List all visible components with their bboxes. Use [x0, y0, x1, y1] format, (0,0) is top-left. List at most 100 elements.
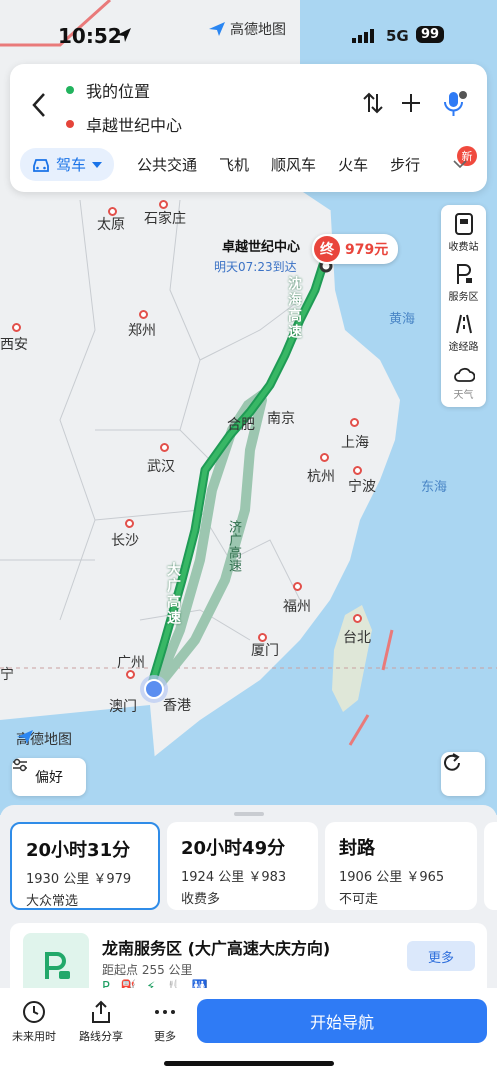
network-type: 5G: [386, 27, 409, 45]
route-option-3[interactable]: 封路 1906 公里 ￥965 不可走: [325, 822, 477, 910]
tab-public-transit[interactable]: 公共交通: [126, 148, 208, 181]
city-label: 广州: [117, 655, 145, 671]
origin-dot: [66, 86, 74, 94]
origin-text: 我的位置: [86, 82, 151, 101]
tab-rideshare[interactable]: 顺风车: [260, 148, 327, 181]
refresh-icon: [444, 753, 460, 771]
origin-field[interactable]: 我的位置: [66, 78, 150, 102]
tool-label: 途经路: [448, 342, 479, 353]
route-distance-cost: 1930 公里 ￥979: [26, 872, 132, 887]
more-modes-chevron-icon[interactable]: [453, 160, 467, 168]
more-options-button[interactable]: 更多: [153, 1000, 177, 1044]
destination-price-tag[interactable]: 终 979元: [312, 234, 399, 264]
share-route-button[interactable]: 路线分享: [79, 1000, 123, 1044]
city-label: 台北: [343, 630, 371, 646]
city-label: 郑州: [128, 323, 156, 339]
city-label: 合肥: [227, 417, 255, 433]
city-label: 宁: [0, 667, 14, 683]
map-logo: 高德地图: [16, 729, 72, 749]
tool-toll[interactable]: 收费站: [441, 213, 486, 253]
destination-eta: 明天07:23到达: [214, 260, 297, 274]
route-option-2[interactable]: 20小时49分 1924 公里 ￥983 收费多: [167, 822, 318, 910]
route-search-card: 我的位置 卓越世纪中心 驾车 公共交通 飞机 顺风车 火车 步行 新: [10, 64, 487, 192]
road-label-daguang: 大广高速: [165, 562, 181, 626]
add-waypoint-icon[interactable]: [400, 92, 422, 114]
share-icon: [92, 1000, 110, 1023]
amap-logo-icon: [17, 730, 33, 744]
battery-level: 99: [416, 26, 445, 43]
transport-mode-tabs: 驾车 公共交通 飞机 顺风车 火车 步行: [20, 148, 431, 181]
city-dot: [293, 582, 302, 591]
sea-label: 黄海: [389, 312, 416, 327]
route-time: 20小时31分: [26, 840, 131, 861]
route-tag: 不可走: [339, 892, 379, 907]
route-option-1[interactable]: 20小时31分 1930 公里 ￥979 大众常选: [10, 822, 160, 910]
tool-road[interactable]: 途经路: [441, 313, 486, 353]
destination-dot: [66, 120, 74, 128]
destination-name: 卓越世纪中心: [222, 240, 301, 255]
destination-field[interactable]: 卓越世纪中心: [66, 112, 182, 136]
back-icon[interactable]: [28, 90, 52, 120]
more-options-label: 更多: [154, 1030, 176, 1043]
tool-label: 天气: [453, 390, 474, 401]
preference-button[interactable]: 偏好: [12, 758, 86, 796]
tab-drive[interactable]: 驾车: [20, 148, 115, 181]
status-time: 10:52: [58, 24, 122, 48]
city-label: 长沙: [111, 533, 139, 549]
destination-price: 979元: [345, 242, 389, 258]
city-dot: [125, 519, 134, 528]
tool-service-area[interactable]: 服务区: [441, 263, 486, 303]
city-dot: [12, 323, 21, 332]
route-time: 20小时49分: [181, 838, 286, 859]
swap-icon[interactable]: [362, 92, 384, 114]
road-label-shenhai: 沈海高速: [286, 276, 302, 340]
city-dot: [320, 453, 329, 462]
bottom-action-bar: 未来用时 路线分享 更多 开始导航: [0, 988, 497, 1080]
tab-train[interactable]: 火车: [327, 148, 379, 181]
route-distance-cost: 1906 公里 ￥965: [339, 870, 445, 885]
city-label: 澳门: [109, 699, 137, 715]
tool-label: 服务区: [448, 292, 479, 303]
chevron-down-icon: [92, 161, 103, 168]
city-dot: [160, 443, 169, 452]
amap-logo-icon: [209, 22, 225, 36]
end-marker: 终: [314, 236, 340, 262]
city-label: 石家庄: [144, 211, 186, 227]
city-label: 南京: [267, 411, 295, 427]
toll-icon: [454, 213, 473, 235]
tab-flight[interactable]: 飞机: [208, 148, 260, 181]
sliders-icon: [13, 758, 27, 772]
tab-walk[interactable]: 步行: [379, 148, 431, 181]
city-dot: [353, 466, 362, 475]
city-label: 上海: [341, 435, 369, 451]
more-button[interactable]: 更多: [407, 941, 475, 971]
city-label: 杭州: [307, 469, 335, 485]
road-label-jiguang: 济广高速: [226, 520, 241, 572]
refresh-button[interactable]: [441, 752, 485, 796]
route-option-peek: [484, 822, 497, 910]
future-time-button[interactable]: 未来用时: [12, 1000, 56, 1044]
route-time: 封路: [339, 838, 375, 859]
tab-drive-label: 驾车: [56, 156, 87, 174]
service-area-name: 龙南服务区 (大广高速大庆方向): [102, 939, 331, 958]
tool-label: 收费站: [448, 242, 479, 253]
city-label: 宁波: [348, 479, 376, 495]
road-icon: [455, 314, 472, 334]
weather-icon: [453, 367, 475, 382]
clock-icon: [23, 1001, 45, 1023]
service-area-icon: [456, 264, 472, 284]
city-dot: [350, 418, 359, 427]
home-indicator: [164, 1061, 334, 1066]
sheet-handle[interactable]: [234, 812, 264, 816]
voice-mic-icon[interactable]: [442, 90, 468, 118]
service-area-distance: 距起点 255 公里: [102, 963, 193, 977]
city-label: 福州: [283, 599, 311, 615]
share-route-label: 路线分享: [79, 1030, 123, 1043]
tool-weather[interactable]: 天气: [441, 365, 486, 401]
start-navigation-button[interactable]: 开始导航: [197, 999, 487, 1043]
app-badge: 高德地图: [208, 19, 286, 39]
status-bar: 10:52 高德地图 5G 99: [0, 0, 497, 70]
map-tools-panel: 收费站 服务区 途经路 天气: [441, 205, 486, 407]
future-time-label: 未来用时: [12, 1030, 56, 1043]
more-dots-icon: [155, 1010, 175, 1014]
